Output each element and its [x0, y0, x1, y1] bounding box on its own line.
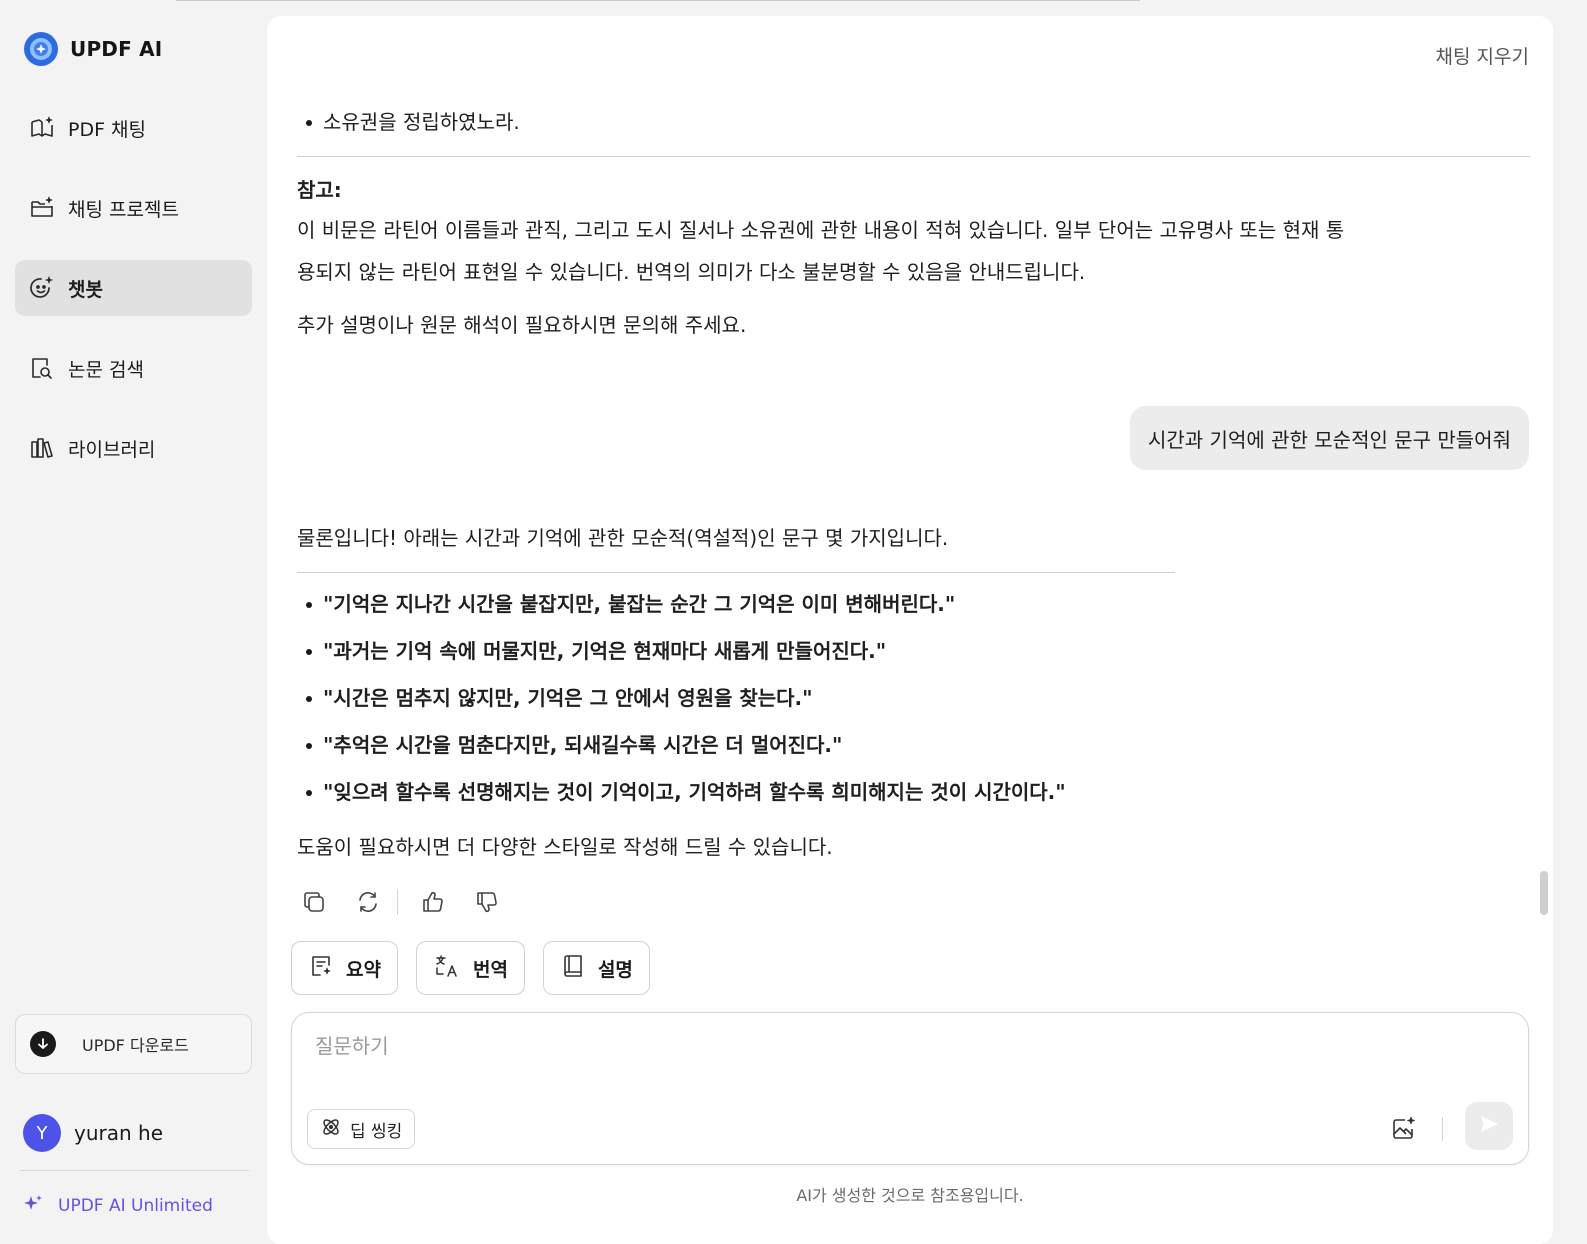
list-item: "시간은 멈추지 않지만, 기억은 그 안에서 영원을 찾는다."	[297, 684, 1533, 712]
folder-sparkle-icon	[29, 195, 55, 221]
reply-intro: 물론입니다! 아래는 시간과 기억에 관한 모순적(역설적)인 문구 몇 가지입…	[297, 526, 949, 550]
regenerate-icon[interactable]	[351, 885, 385, 919]
chip-label: 요약	[346, 958, 381, 981]
sidebar-item-label: PDF 채팅	[68, 118, 147, 141]
sidebar-item-label: 라이브러리	[68, 438, 156, 461]
explain-button[interactable]: 설명	[542, 941, 650, 995]
thumbs-up-icon[interactable]	[416, 885, 450, 919]
summary-button[interactable]: 요약	[291, 941, 398, 995]
note-title: 참고:	[297, 178, 342, 202]
sidebar-nav: PDF 채팅 채팅 프로젝트 챗봇 논문 검색 라이브러리	[15, 100, 252, 500]
sidebar-item-pdf-chat[interactable]: PDF 채팅	[15, 100, 252, 156]
copy-icon[interactable]	[297, 885, 331, 919]
summary-icon	[308, 953, 334, 983]
sparkle-icon	[22, 1193, 44, 1219]
chat-panel: 채팅 지우기 소유권을 정립하였노라. 참고: 이 비문은 라틴어 이름들과 관…	[267, 16, 1553, 1244]
chatbot-face-icon	[29, 275, 55, 301]
book-sparkle-icon	[29, 115, 55, 141]
scrollbar-thumb[interactable]	[1540, 871, 1548, 915]
list-item: "기억은 지나간 시간을 붙잡지만, 붙잡는 순간 그 기억은 이미 변해버린다…	[297, 590, 1533, 618]
clear-chat-button[interactable]: 채팅 지우기	[1436, 42, 1529, 69]
brand-name: UPDF AI	[70, 37, 163, 61]
translate-button[interactable]: 번역	[415, 941, 525, 995]
note-body-line-1: 이 비문은 라틴어 이름들과 관직, 그리고 도시 질서나 소유권에 관한 내용…	[297, 218, 1345, 242]
avatar: Y	[23, 1114, 61, 1152]
user-name: yuran he	[74, 1121, 164, 1145]
reply-outro: 도움이 필요하시면 더 다양한 스타일로 작성해 드릴 수 있습니다.	[297, 835, 833, 859]
ai-disclaimer: AI가 생성한 것으로 참조용입니다.	[796, 1186, 1024, 1205]
deep-thinking-label: 딥 씽킹	[350, 1121, 403, 1142]
download-updf-button[interactable]: UPDF 다운로드	[15, 1014, 252, 1074]
list-item: "잊으려 할수록 선명해지는 것이 기억이고, 기억하려 할수록 희미해지는 것…	[297, 778, 1533, 806]
divider	[297, 572, 1175, 573]
send-icon	[1478, 1113, 1500, 1139]
bullet-text: 소유권을 정립하였노라.	[323, 110, 520, 134]
sidebar-item-chatbot[interactable]: 챗봇	[15, 260, 252, 316]
quote-list: "기억은 지나간 시간을 붙잡지만, 붙잡는 순간 그 기억은 이미 변해버린다…	[297, 590, 1533, 825]
document-search-icon	[29, 355, 55, 381]
chat-composer: 딥 씽킹	[291, 1012, 1529, 1165]
list-item: "과거는 기억 속에 머물지만, 기억은 현재마다 새롭게 만들어진다."	[297, 637, 1533, 665]
image-sparkle-icon[interactable]	[1384, 1109, 1424, 1149]
user-message-text: 시간과 기억에 관한 모순적인 문구 만들어줘	[1148, 427, 1511, 452]
sidebar-item-label: 논문 검색	[68, 358, 144, 381]
sidebar-item-label: 챗봇	[68, 278, 103, 301]
send-button[interactable]	[1465, 1102, 1513, 1150]
thumbs-down-icon[interactable]	[470, 885, 504, 919]
list-item: 소유권을 정립하였노라.	[297, 108, 520, 136]
followup-text: 추가 설명이나 원문 해석이 필요하시면 문의해 주세요.	[297, 313, 747, 337]
chip-label: 설명	[597, 958, 633, 981]
atom-icon	[320, 1116, 342, 1142]
note-body-line-2: 용되지 않는 라틴어 표현일 수 있습니다. 번역의 의미가 다소 불분명할 수…	[297, 260, 1086, 284]
window-top-edge	[176, 0, 1140, 1]
user-message-bubble: 시간과 기억에 관한 모순적인 문구 만들어줘	[1130, 406, 1529, 470]
unlimited-label: UPDF AI Unlimited	[58, 1196, 213, 1216]
updf-ai-unlimited-link[interactable]: UPDF AI Unlimited	[22, 1193, 213, 1219]
library-books-icon	[29, 435, 55, 461]
book-icon	[560, 953, 586, 983]
divider	[297, 156, 1530, 157]
download-label: UPDF 다운로드	[82, 1036, 189, 1055]
sidebar: UPDF AI PDF 채팅 채팅 프로젝트 챗봇 논문 검색 라이브러리 UP…	[0, 0, 266, 1244]
download-circle-icon	[30, 1031, 56, 1057]
question-input[interactable]	[315, 1031, 1315, 1061]
sidebar-item-library[interactable]: 라이브러리	[15, 420, 252, 476]
chip-label: 번역	[472, 958, 508, 981]
sidebar-item-label: 채팅 프로젝트	[68, 198, 179, 221]
sidebar-item-chat-projects[interactable]: 채팅 프로젝트	[15, 180, 252, 236]
brand[interactable]: UPDF AI	[24, 32, 162, 66]
translate-icon	[433, 952, 461, 984]
quick-actions: 요약 번역 설명	[291, 941, 668, 995]
list-item: "추억은 시간을 멈춘다지만, 되새길수록 시간은 더 멀어진다."	[297, 731, 1533, 759]
user-profile[interactable]: Y yuran he	[23, 1114, 163, 1152]
deep-thinking-button[interactable]: 딥 씽킹	[307, 1109, 416, 1149]
divider	[1442, 1117, 1443, 1141]
divider	[397, 889, 398, 915]
updf-ai-logo-icon	[24, 32, 58, 66]
message-actions	[297, 885, 524, 919]
sidebar-item-paper-search[interactable]: 논문 검색	[15, 340, 252, 396]
divider	[20, 1170, 249, 1171]
